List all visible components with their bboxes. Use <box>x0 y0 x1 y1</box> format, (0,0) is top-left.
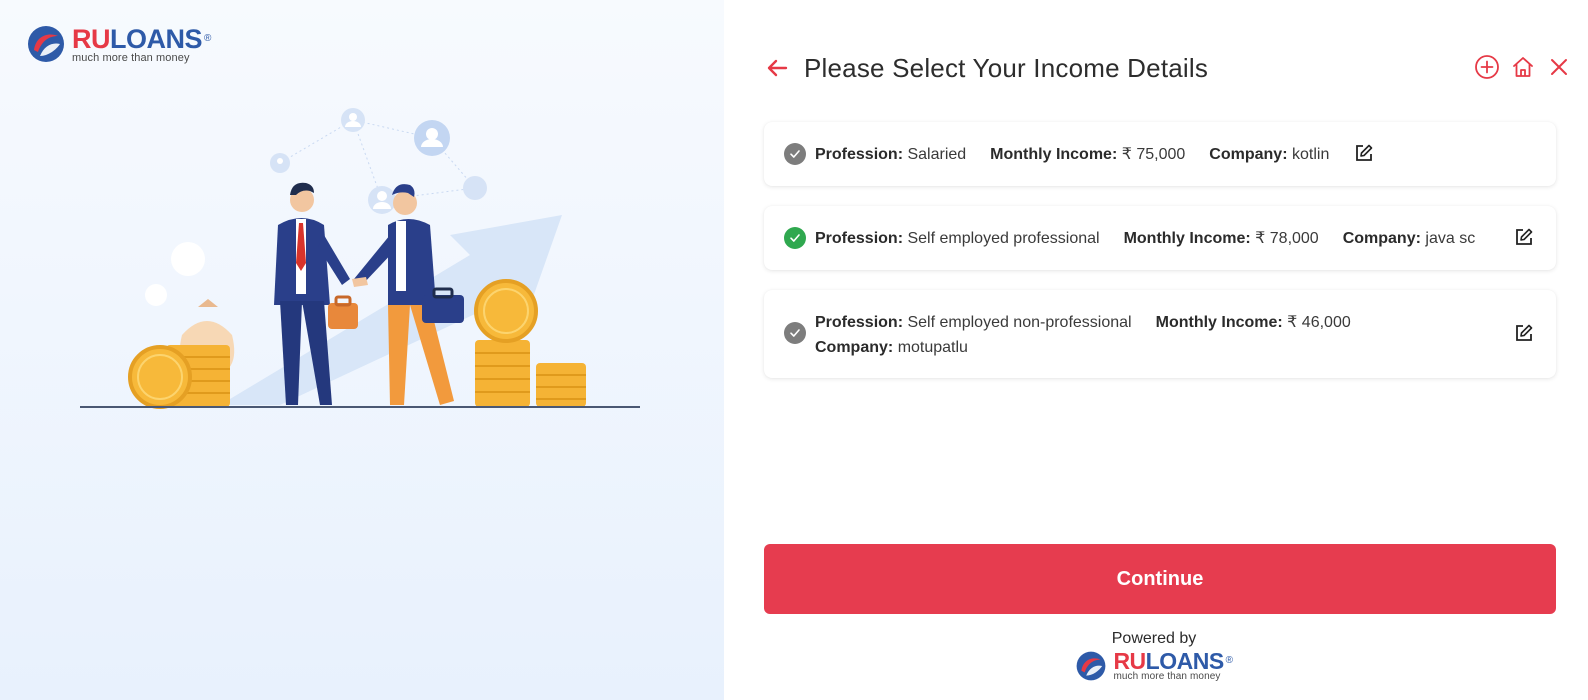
header-actions <box>1474 54 1572 80</box>
monthly-income-field: Monthly Income: ₹ 75,000 <box>990 146 1186 163</box>
profession-field: Profession: Salaried <box>815 146 967 163</box>
left-panel: RULOANS ® much more than money <box>0 0 724 700</box>
edit-income-button[interactable] <box>1514 227 1534 247</box>
company-field: Company: motupatlu <box>815 339 968 356</box>
brand-name: RULOANS ® <box>72 23 211 54</box>
close-button[interactable] <box>1546 54 1572 80</box>
income-card-salaried[interactable]: Profession: Salaried Monthly Income: ₹ 75… <box>764 122 1556 186</box>
company-field: Company: kotlin <box>1209 146 1330 163</box>
powered-by-label: Powered by <box>1111 630 1197 647</box>
completed-check-icon <box>784 322 806 344</box>
company-field: Company: java sc <box>1342 230 1476 247</box>
back-button[interactable] <box>764 55 790 81</box>
edit-income-button[interactable] <box>1514 323 1534 343</box>
profession-field: Profession: Self employed professional <box>815 230 1100 247</box>
brand-name: RULOANS ® <box>1113 648 1233 674</box>
income-details: Profession: Salaried Monthly Income: ₹ 75… <box>815 144 1506 164</box>
edit-icon <box>1356 144 1373 161</box>
close-icon <box>1551 59 1567 75</box>
selected-check-icon <box>784 227 806 249</box>
page-header: Please Select Your Income Details <box>764 48 1584 88</box>
income-details: Profession: Self employed professional Mo… <box>815 228 1506 248</box>
edit-income-button[interactable] <box>1354 143 1374 163</box>
page-title: Please Select Your Income Details <box>804 52 1209 83</box>
add-income-button[interactable] <box>1474 54 1500 80</box>
income-details: Profession: Self employed non-profession… <box>815 310 1506 360</box>
edit-icon <box>1516 324 1533 341</box>
edit-icon <box>1516 228 1533 245</box>
back-arrow-icon <box>767 59 788 77</box>
home-button[interactable] <box>1510 54 1536 80</box>
completed-check-icon <box>784 143 806 165</box>
handshake-illustration <box>80 108 640 409</box>
right-panel: Please Select Your Income Details Profes… <box>724 0 1588 700</box>
monthly-income-field: Monthly Income: ₹ 78,000 <box>1123 230 1319 247</box>
income-card-self-employed-non-professional[interactable]: Profession: Self employed non-profession… <box>764 290 1556 378</box>
powered-by: Powered by RULOANS ® much more than money <box>1064 630 1244 682</box>
add-circle-icon <box>1475 55 1499 79</box>
continue-button[interactable]: Continue <box>764 544 1556 614</box>
ruloans-logo-mark-icon <box>1077 651 1106 681</box>
ruloans-footer-logo: RULOANS ® much more than money <box>1064 650 1244 682</box>
ruloans-logo: RULOANS ® much more than money <box>26 24 211 64</box>
brand-tagline: much more than money <box>1113 671 1221 682</box>
income-card-self-employed-professional[interactable]: Profession: Self employed professional Mo… <box>764 206 1556 270</box>
home-icon <box>1513 57 1533 77</box>
ruloans-logo-mark-icon <box>28 26 64 62</box>
profession-field: Profession: Self employed non-profession… <box>815 314 1132 331</box>
monthly-income-field: Monthly Income: ₹ 46,000 <box>1155 314 1351 331</box>
